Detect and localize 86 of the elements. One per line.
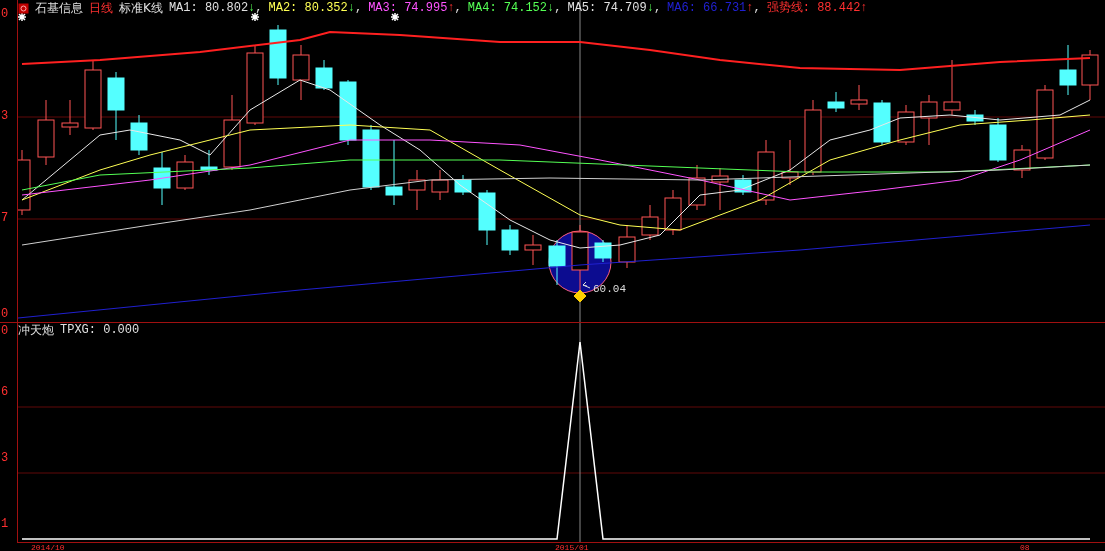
candlestick xyxy=(478,189,496,246)
candlestick xyxy=(873,99,891,146)
candlestick xyxy=(362,124,380,191)
candlestick xyxy=(501,224,519,256)
candlestick xyxy=(943,59,961,116)
candlestick xyxy=(454,174,472,196)
separator: , xyxy=(653,1,662,15)
candlestick xyxy=(571,224,589,291)
trend-arrow: ↓ xyxy=(248,1,256,15)
candlestick xyxy=(594,239,612,263)
separator: , xyxy=(554,1,562,15)
candlestick xyxy=(781,139,799,186)
candlestick xyxy=(37,99,55,166)
indicator-axis-label: 0 xyxy=(1,325,9,337)
candlestick xyxy=(664,189,682,236)
candlestick xyxy=(408,169,426,211)
indicator-value: MA5: 74.709 xyxy=(567,1,647,15)
candlestick xyxy=(18,149,31,216)
candlestick xyxy=(339,79,357,146)
candlestick xyxy=(524,234,542,266)
candlestick xyxy=(641,204,659,241)
diamond-icon xyxy=(573,289,587,303)
price-axis-label: 3 xyxy=(1,110,9,122)
trend-arrow: ↑ xyxy=(860,1,868,15)
indicator-value: MA3: 74.995 xyxy=(368,1,448,15)
indicator-value: MA6: 66.731 xyxy=(667,1,747,15)
indicator-axis-label: 1 xyxy=(1,518,9,530)
trend-arrow: ↑ xyxy=(447,1,455,15)
separator: , xyxy=(454,1,462,15)
date-axis-label: 2015/01 xyxy=(555,543,589,551)
candlestick xyxy=(1013,144,1031,179)
indicator-value: MA2: 80.352 xyxy=(268,1,348,15)
candlestick xyxy=(107,71,125,141)
stock-name: 石基信息 xyxy=(35,1,83,15)
candlestick xyxy=(850,84,868,111)
trend-arrow: ↑ xyxy=(746,1,754,15)
candlestick xyxy=(989,117,1007,163)
price-axis-label: 0 xyxy=(1,8,9,20)
trend-arrow: ↓ xyxy=(347,1,355,15)
period-label: 日线 xyxy=(89,1,113,15)
arrow-icon xyxy=(582,281,591,289)
price-axis-label: 0 xyxy=(1,308,9,320)
indicator-reading: TPXG: 0.000 xyxy=(60,323,140,337)
candlestick xyxy=(269,24,287,86)
candlestick xyxy=(84,59,102,131)
candlestick xyxy=(734,174,752,196)
candlestick xyxy=(827,91,845,113)
candlestick xyxy=(153,151,171,206)
candlestick xyxy=(176,154,194,191)
candlestick xyxy=(1081,49,1099,101)
candlestick xyxy=(618,224,636,269)
candlestick xyxy=(130,114,148,156)
separator: , xyxy=(354,1,363,15)
indicator-axis-label: 6 xyxy=(1,386,9,398)
indicator-axis-label: 3 xyxy=(1,452,9,464)
candlestick xyxy=(61,99,79,136)
indicator-value: 强势线: 88.442 xyxy=(766,1,861,15)
candlestick xyxy=(431,169,449,201)
separator: , xyxy=(753,1,761,15)
trend-arrow: ↓ xyxy=(547,1,555,15)
candlestick xyxy=(548,239,566,286)
indicator-value: MA4: 74.152 xyxy=(467,1,548,15)
low-price-label: 60.04 xyxy=(593,283,626,295)
chart-type-label: 标准K线 xyxy=(119,1,163,15)
target-icon[interactable] xyxy=(18,2,29,14)
candlestick xyxy=(1059,44,1077,96)
price-axis-label: 7 xyxy=(1,212,9,224)
date-axis-label: 08 xyxy=(1020,543,1030,551)
indicator-value: MA1: 80.802 xyxy=(168,1,249,15)
candlestick xyxy=(711,167,729,211)
candlestick xyxy=(385,139,403,206)
candlestick xyxy=(292,44,310,101)
candlestick xyxy=(897,104,915,146)
star-icon xyxy=(18,12,27,22)
candlestick xyxy=(757,139,775,206)
trend-arrow: ↓ xyxy=(646,1,654,15)
candlestick xyxy=(688,164,706,211)
candlestick xyxy=(200,149,218,176)
indicator-title: 冲天炮 xyxy=(18,323,54,337)
candlestick xyxy=(920,94,938,146)
star-icon xyxy=(390,12,400,22)
separator: , xyxy=(255,1,263,15)
date-axis-label: 2014/10 xyxy=(31,543,65,551)
candlestick xyxy=(966,109,984,126)
star-icon xyxy=(250,12,260,22)
candlestick xyxy=(315,59,333,91)
